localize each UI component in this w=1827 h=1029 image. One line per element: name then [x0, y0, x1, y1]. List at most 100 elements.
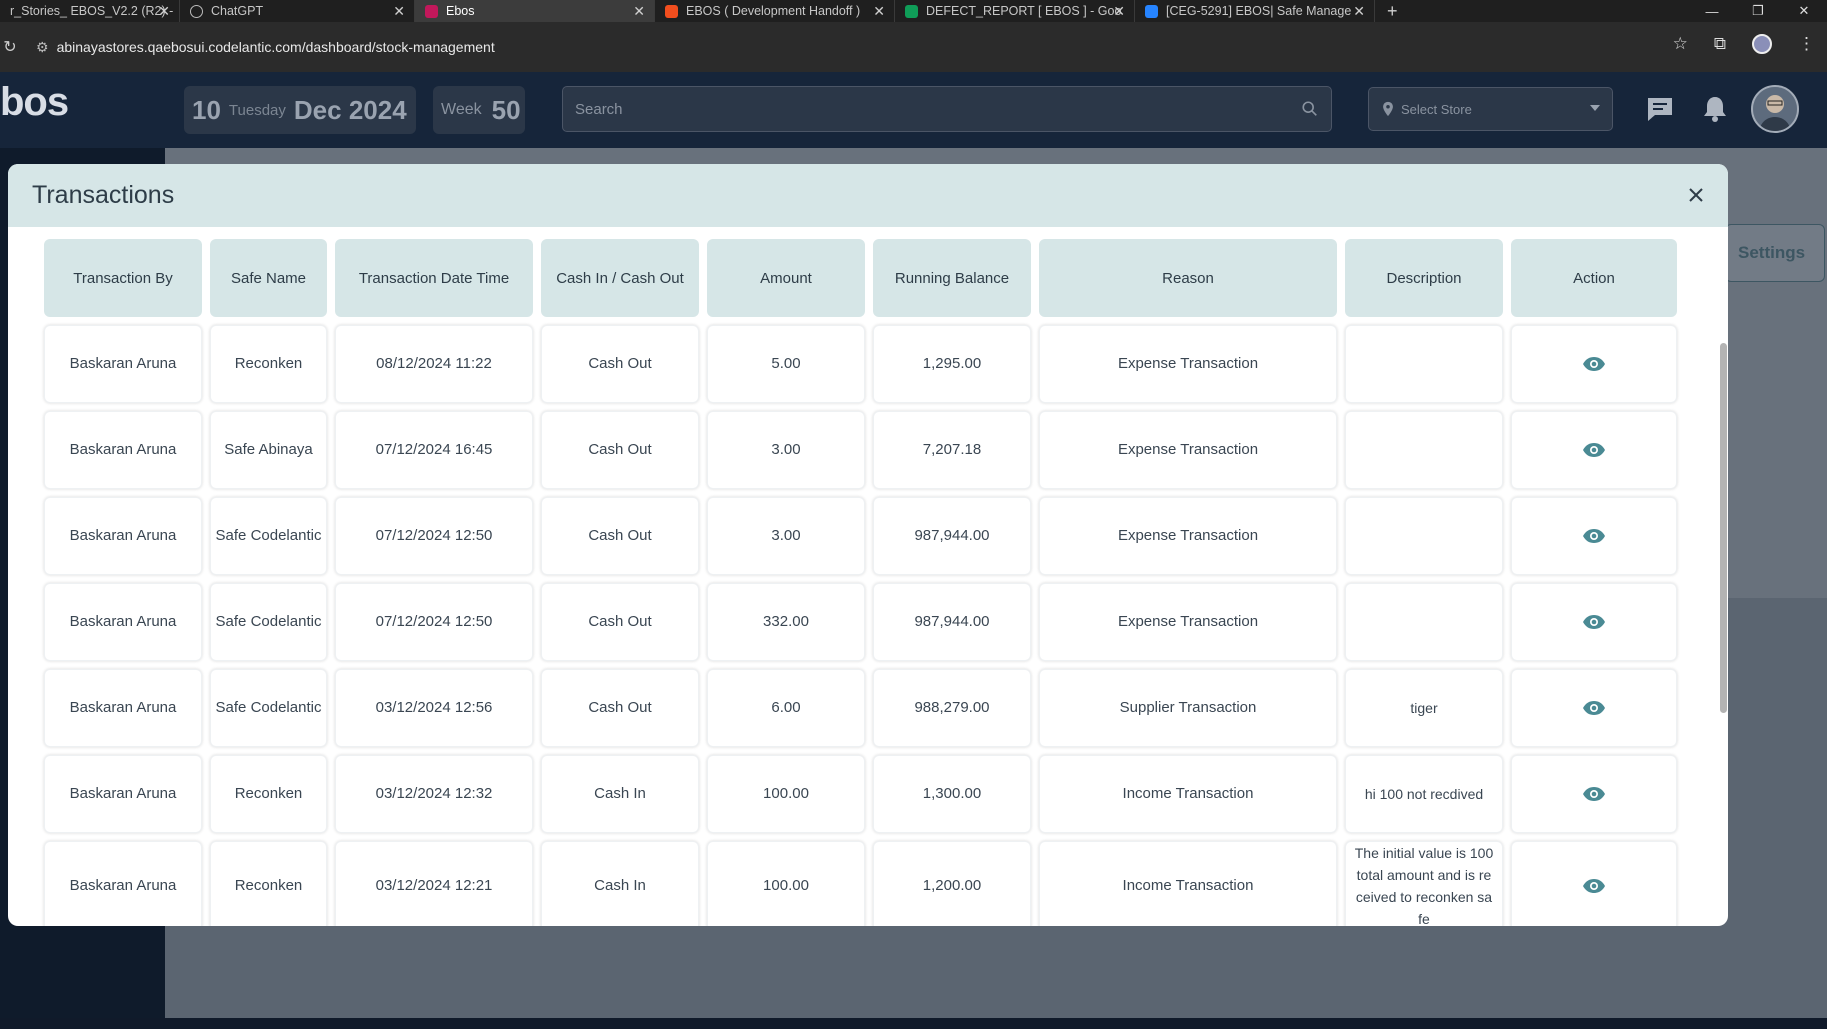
column-header: Cash In / Cash Out [541, 239, 699, 317]
week-number: 50 [491, 94, 521, 125]
cell-action [1511, 841, 1677, 926]
close-window-icon[interactable]: ✕ [1781, 0, 1827, 22]
browser-tab-active[interactable]: Ebos ✕ [415, 0, 655, 22]
sheets-icon [905, 4, 918, 18]
cell-safe-name: Reconken [210, 841, 327, 926]
cell-action [1511, 411, 1677, 489]
search-input[interactable]: Search [562, 86, 1332, 132]
browser-tab-title: DEFECT_REPORT [ EBOS ] - Goo [926, 4, 1122, 18]
column-header: Action [1511, 239, 1677, 317]
cell-datetime: 03/12/2024 12:32 [335, 755, 533, 833]
close-icon[interactable]: ✕ [633, 3, 645, 20]
cell-transaction-by: Baskaran Aruna [44, 497, 202, 575]
browser-tab[interactable]: [CEG-5291] EBOS| Safe Manage ✕ [1135, 0, 1375, 22]
cell-running-balance: 1,200.00 [873, 841, 1031, 926]
week-label: Week [441, 101, 482, 118]
reload-icon[interactable]: ↻ [0, 37, 20, 57]
cell-description [1345, 583, 1503, 661]
table-header-row: Transaction By Safe Name Transaction Dat… [44, 239, 1677, 317]
minimize-icon[interactable]: — [1689, 0, 1735, 22]
cell-safe-name: Safe Codelantic [210, 583, 327, 661]
cell-cash-type: Cash Out [541, 669, 699, 747]
column-header: Amount [707, 239, 865, 317]
chat-icon[interactable] [1645, 94, 1675, 124]
cell-amount: 5.00 [707, 325, 865, 403]
eye-icon[interactable] [1582, 356, 1606, 372]
user-avatar[interactable] [1751, 85, 1799, 133]
browser-tab[interactable]: EBOS ( Development Handoff ) ✕ [655, 0, 895, 22]
close-icon[interactable]: ✕ [1113, 3, 1125, 20]
close-icon[interactable]: ✕ [873, 3, 885, 20]
cell-description [1345, 411, 1503, 489]
cell-action [1511, 325, 1677, 403]
ebos-favicon-icon [425, 4, 438, 18]
week-display: Week 50 [433, 86, 525, 134]
site-info-icon[interactable]: ⚙ [36, 39, 49, 56]
modal-title: Transactions [32, 181, 175, 209]
browser-tab-title: ChatGPT [211, 4, 264, 18]
cell-reason: Supplier Transaction [1039, 669, 1337, 747]
browser-menu-icon[interactable]: ⋮ [1798, 34, 1815, 54]
cell-action [1511, 755, 1677, 833]
cell-amount: 100.00 [707, 755, 865, 833]
chevron-down-icon [1590, 105, 1600, 111]
column-header: Reason [1039, 239, 1337, 317]
transactions-table-scroll[interactable]: Transaction By Safe Name Transaction Dat… [8, 227, 1728, 926]
cell-action [1511, 497, 1677, 575]
cell-running-balance: 1,295.00 [873, 325, 1031, 403]
notification-bell-icon[interactable] [1700, 94, 1730, 124]
cell-amount: 3.00 [707, 411, 865, 489]
date-day: 10 [192, 94, 221, 125]
bookmark-star-icon[interactable]: ☆ [1673, 34, 1688, 54]
browser-tab[interactable]: r_Stories_ EBOS_V2.2 (R2) - ✕ [0, 0, 180, 22]
url-field[interactable]: abinayastores.qaebosui.codelantic.com/da… [57, 39, 495, 55]
chatgpt-icon [190, 4, 203, 18]
browser-tab-title: EBOS ( Development Handoff ) [686, 4, 861, 18]
cell-running-balance: 988,279.00 [873, 669, 1031, 747]
close-icon[interactable]: ✕ [158, 3, 170, 20]
close-icon[interactable] [1682, 181, 1710, 209]
eye-icon[interactable] [1582, 700, 1606, 716]
cell-datetime: 08/12/2024 11:22 [335, 325, 533, 403]
table-row: Baskaran Aruna Reconken 03/12/2024 12:32… [44, 755, 1677, 833]
cell-safe-name: Reconken [210, 325, 327, 403]
jira-icon [1145, 4, 1158, 18]
scrollbar-thumb[interactable] [1720, 343, 1727, 713]
cell-safe-name: Safe Abinaya [210, 411, 327, 489]
cell-datetime: 07/12/2024 12:50 [335, 583, 533, 661]
profile-avatar-icon[interactable] [1752, 34, 1772, 54]
browser-tab[interactable]: DEFECT_REPORT [ EBOS ] - Goo ✕ [895, 0, 1135, 22]
scrollbar[interactable] [1718, 227, 1728, 926]
user-photo-icon [1753, 87, 1797, 131]
eye-icon[interactable] [1582, 442, 1606, 458]
eye-icon[interactable] [1582, 528, 1606, 544]
extensions-icon[interactable]: ⧉ [1714, 34, 1726, 54]
close-icon[interactable]: ✕ [1353, 3, 1365, 20]
cell-reason: Income Transaction [1039, 755, 1337, 833]
table-row: Baskaran Aruna Safe Codelantic 07/12/202… [44, 497, 1677, 575]
store-select[interactable]: Select Store [1368, 87, 1613, 131]
eye-icon[interactable] [1582, 878, 1606, 894]
cell-transaction-by: Baskaran Aruna [44, 411, 202, 489]
cell-cash-type: Cash Out [541, 411, 699, 489]
column-header: Description [1345, 239, 1503, 317]
restore-icon[interactable]: ❐ [1735, 0, 1781, 22]
cell-description [1345, 325, 1503, 403]
column-header: Transaction By [44, 239, 202, 317]
eye-icon[interactable] [1582, 614, 1606, 630]
column-header: Transaction Date Time [335, 239, 533, 317]
search-icon[interactable] [1301, 100, 1319, 118]
browser-tab-title: r_Stories_ EBOS_V2.2 (R2) - [10, 4, 174, 18]
eye-icon[interactable] [1582, 786, 1606, 802]
taskbar [0, 1018, 1827, 1029]
cell-cash-type: Cash Out [541, 583, 699, 661]
new-tab-button[interactable]: + [1375, 1, 1410, 22]
settings-button[interactable]: Settings [1725, 224, 1825, 282]
cell-amount: 6.00 [707, 669, 865, 747]
address-bar: ↻ ⚙ abinayastores.qaebosui.codelantic.co… [0, 22, 1827, 72]
cell-reason: Income Transaction [1039, 841, 1337, 926]
close-icon[interactable]: ✕ [393, 3, 405, 20]
date-month-year: Dec 2024 [293, 94, 407, 125]
browser-tab[interactable]: ChatGPT ✕ [180, 0, 415, 22]
cell-reason: Expense Transaction [1039, 411, 1337, 489]
